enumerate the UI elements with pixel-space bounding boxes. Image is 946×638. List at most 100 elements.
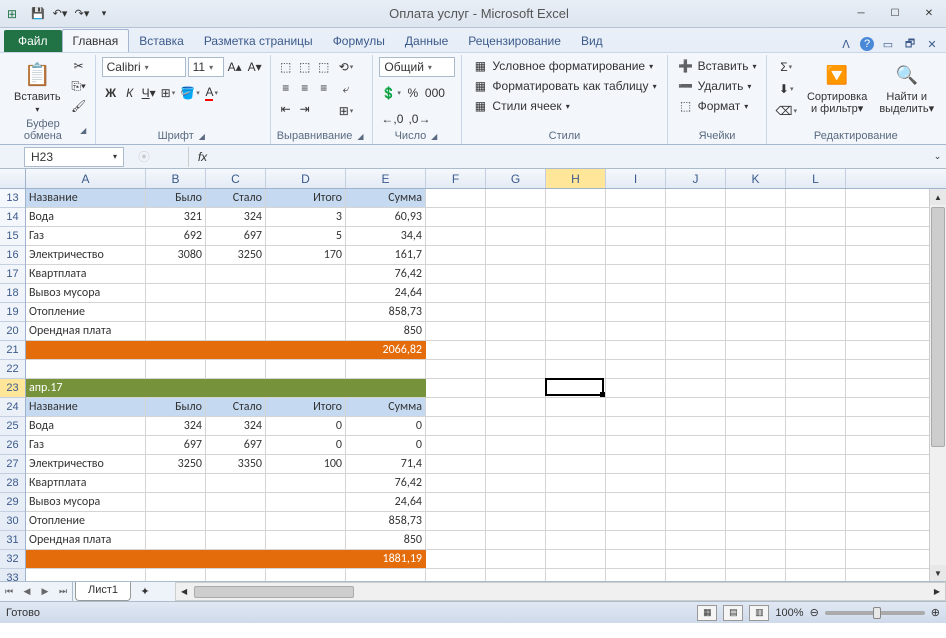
row-header-21[interactable]: 21 bbox=[0, 341, 25, 360]
cell-L27[interactable] bbox=[786, 455, 846, 473]
cell-C30[interactable] bbox=[206, 512, 266, 530]
cell-G29[interactable] bbox=[486, 493, 546, 511]
cell-B18[interactable] bbox=[146, 284, 206, 302]
cell-J32[interactable] bbox=[666, 550, 726, 568]
cell-E18[interactable]: 24,64 bbox=[346, 284, 426, 302]
cell-C25[interactable]: 324 bbox=[206, 417, 266, 435]
cell-B26[interactable]: 697 bbox=[146, 436, 206, 454]
cell-K17[interactable] bbox=[726, 265, 786, 283]
sheet-prev-button[interactable]: ◀ bbox=[18, 582, 36, 601]
col-header-I[interactable]: I bbox=[606, 169, 666, 188]
cell-I21[interactable] bbox=[606, 341, 666, 359]
cell-K23[interactable] bbox=[726, 379, 786, 397]
page-layout-view-button[interactable]: ▤ bbox=[723, 605, 743, 621]
row-header-17[interactable]: 17 bbox=[0, 265, 25, 284]
cell-B16[interactable]: 3080 bbox=[146, 246, 206, 264]
cell-G33[interactable] bbox=[486, 569, 546, 581]
row-header-14[interactable]: 14 bbox=[0, 208, 25, 227]
cell-G22[interactable] bbox=[486, 360, 546, 378]
cell-I31[interactable] bbox=[606, 531, 666, 549]
page-break-view-button[interactable]: ▥ bbox=[749, 605, 769, 621]
font-color-button[interactable]: A bbox=[203, 83, 221, 103]
cell-E19[interactable]: 858,73 bbox=[346, 303, 426, 321]
cell-B24[interactable]: Было bbox=[146, 398, 206, 416]
cell-I26[interactable] bbox=[606, 436, 666, 454]
cell-C33[interactable] bbox=[206, 569, 266, 581]
cell-E15[interactable]: 34,4 bbox=[346, 227, 426, 245]
cell-H19[interactable] bbox=[546, 303, 606, 321]
cell-G32[interactable] bbox=[486, 550, 546, 568]
row-header-23[interactable]: 23 bbox=[0, 379, 25, 398]
cell-F23[interactable] bbox=[426, 379, 486, 397]
cell-A16[interactable]: Электричество bbox=[26, 246, 146, 264]
cell-A27[interactable]: Электричество bbox=[26, 455, 146, 473]
cell-K20[interactable] bbox=[726, 322, 786, 340]
cell-L22[interactable] bbox=[786, 360, 846, 378]
cell-H22[interactable] bbox=[546, 360, 606, 378]
number-dialog-launcher[interactable]: ◢ bbox=[428, 130, 440, 142]
col-header-C[interactable]: C bbox=[206, 169, 266, 188]
save-button[interactable]: 💾 bbox=[28, 4, 48, 24]
cell-B30[interactable] bbox=[146, 512, 206, 530]
cell-H15[interactable] bbox=[546, 227, 606, 245]
cell-K29[interactable] bbox=[726, 493, 786, 511]
cell-F30[interactable] bbox=[426, 512, 486, 530]
cells-area[interactable]: НазваниеБылоСталоИтогоСуммаВода321324360… bbox=[26, 189, 946, 581]
scroll-down-button[interactable]: ▼ bbox=[930, 565, 946, 581]
cell-G30[interactable] bbox=[486, 512, 546, 530]
align-center-button[interactable]: ≡ bbox=[296, 78, 314, 98]
increase-indent-button[interactable]: ⇥ bbox=[296, 99, 314, 119]
cell-F13[interactable] bbox=[426, 189, 486, 207]
redo-button[interactable]: ↷▾ bbox=[72, 4, 92, 24]
cell-I15[interactable] bbox=[606, 227, 666, 245]
cell-D24[interactable]: Итого bbox=[266, 398, 346, 416]
copy-button[interactable]: ⎘▾ bbox=[69, 77, 89, 95]
cell-J14[interactable] bbox=[666, 208, 726, 226]
delete-cells-button[interactable]: ➖Удалить▾ bbox=[674, 77, 756, 95]
cell-G21[interactable] bbox=[486, 341, 546, 359]
cell-B22[interactable] bbox=[146, 360, 206, 378]
cell-H16[interactable] bbox=[546, 246, 606, 264]
cell-E25[interactable]: 0 bbox=[346, 417, 426, 435]
cell-J27[interactable] bbox=[666, 455, 726, 473]
tab-data[interactable]: Данные bbox=[395, 30, 458, 52]
cell-C16[interactable]: 3250 bbox=[206, 246, 266, 264]
cell-L17[interactable] bbox=[786, 265, 846, 283]
cell-A29[interactable]: Вывоз мусора bbox=[26, 493, 146, 511]
cell-E17[interactable]: 76,42 bbox=[346, 265, 426, 283]
cut-button[interactable]: ✂ bbox=[69, 57, 89, 75]
cell-I23[interactable] bbox=[606, 379, 666, 397]
cell-E23[interactable] bbox=[346, 379, 426, 397]
cell-K21[interactable] bbox=[726, 341, 786, 359]
cell-H26[interactable] bbox=[546, 436, 606, 454]
cell-I27[interactable] bbox=[606, 455, 666, 473]
cell-A33[interactable] bbox=[26, 569, 146, 581]
tab-insert[interactable]: Вставка bbox=[129, 30, 194, 52]
cell-A15[interactable]: Газ bbox=[26, 227, 146, 245]
cell-L14[interactable] bbox=[786, 208, 846, 226]
tab-review[interactable]: Рецензирование bbox=[458, 30, 571, 52]
cell-A23[interactable]: апр.17 bbox=[26, 379, 146, 397]
cell-D18[interactable] bbox=[266, 284, 346, 302]
cell-G13[interactable] bbox=[486, 189, 546, 207]
cell-B27[interactable]: 3250 bbox=[146, 455, 206, 473]
cell-H14[interactable] bbox=[546, 208, 606, 226]
cell-K33[interactable] bbox=[726, 569, 786, 581]
cell-C13[interactable]: Стало bbox=[206, 189, 266, 207]
percent-button[interactable]: % bbox=[404, 83, 422, 103]
autosum-button[interactable]: Σ bbox=[773, 57, 798, 77]
cell-F16[interactable] bbox=[426, 246, 486, 264]
cell-C22[interactable] bbox=[206, 360, 266, 378]
cell-D27[interactable]: 100 bbox=[266, 455, 346, 473]
comma-button[interactable]: 000 bbox=[423, 83, 447, 103]
cell-J21[interactable] bbox=[666, 341, 726, 359]
cell-A31[interactable]: Орендная плата bbox=[26, 531, 146, 549]
cell-L18[interactable] bbox=[786, 284, 846, 302]
cell-L13[interactable] bbox=[786, 189, 846, 207]
cell-A28[interactable]: Квартплата bbox=[26, 474, 146, 492]
cell-J33[interactable] bbox=[666, 569, 726, 581]
cell-B31[interactable] bbox=[146, 531, 206, 549]
row-header-30[interactable]: 30 bbox=[0, 512, 25, 531]
cell-I24[interactable] bbox=[606, 398, 666, 416]
cell-J29[interactable] bbox=[666, 493, 726, 511]
